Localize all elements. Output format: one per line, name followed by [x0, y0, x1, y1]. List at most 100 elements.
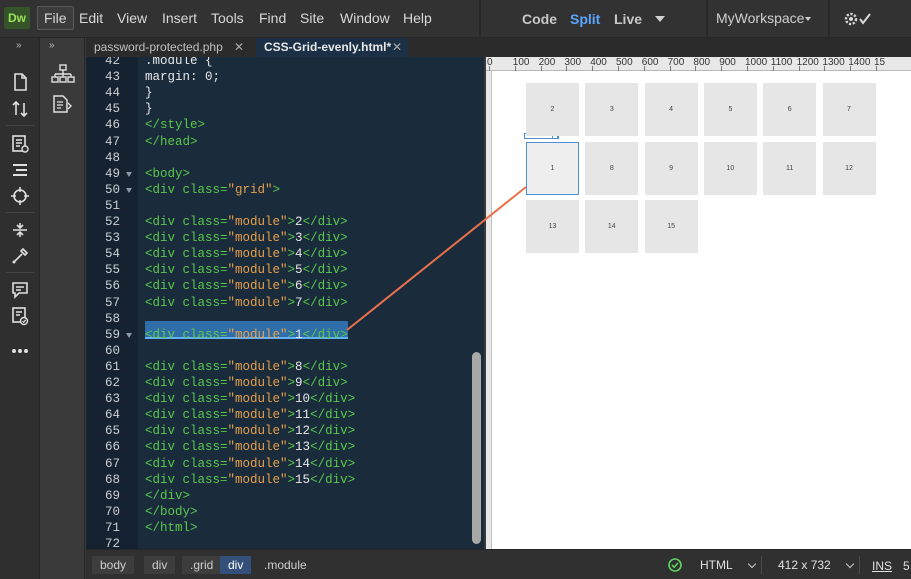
more-icon[interactable] [10, 341, 30, 361]
menu-find[interactable]: Find [259, 10, 286, 26]
code-line[interactable]: <div class="module">13</div> [145, 440, 355, 454]
editor-scrollbar[interactable] [472, 352, 481, 544]
code-line[interactable]: <body> [145, 167, 190, 181]
breadcrumb-div-selected[interactable]: div [220, 556, 252, 574]
grid-module[interactable]: 4 [644, 83, 698, 136]
code-line[interactable]: <div class="module">6</div> [145, 279, 348, 293]
toolbar-separator [6, 212, 34, 213]
grid-module[interactable]: 12 [822, 141, 876, 195]
code-line[interactable]: <div class="module">12</div> [145, 424, 355, 438]
code-line[interactable]: <div class="module">10</div> [145, 392, 355, 406]
no-errors-check-icon[interactable] [668, 558, 682, 572]
code-token: > [287, 359, 296, 374]
validate-icon[interactable] [10, 306, 30, 326]
settings-gear-icon[interactable] [843, 10, 873, 28]
code-line[interactable]: </head> [145, 135, 198, 149]
horizontal-ruler: 0 100 200 300 400 500 600 700 800 900 1000 1100 1200… [486, 57, 911, 71]
sort-icon[interactable] [10, 99, 30, 119]
comment-icon[interactable] [10, 280, 30, 300]
breadcrumb-div[interactable]: div [144, 556, 176, 574]
grid-module[interactable]: 9 [644, 141, 698, 195]
code-line[interactable]: </html> [145, 521, 198, 535]
menu-insert[interactable]: Insert [162, 10, 197, 26]
code-token: </div> [310, 456, 356, 471]
menu-file[interactable]: File [37, 6, 74, 30]
code-line[interactable]: margin: 0; [145, 70, 220, 84]
eyedropper-icon[interactable] [10, 246, 30, 266]
menu-view[interactable]: View [117, 10, 147, 26]
code-line[interactable]: } [145, 86, 153, 100]
close-icon[interactable]: ✕ [392, 38, 402, 57]
grid-module[interactable]: 6 [763, 83, 817, 136]
grid-module[interactable]: 3 [585, 83, 639, 136]
live-view[interactable]: 0 100 200 300 400 500 600 700 800 900 1000 1100 1200… [486, 57, 911, 549]
line-number: 63 [104, 392, 120, 407]
tab-css-grid-evenly[interactable]: CSS-Grid-evenly.html* ✕ [256, 38, 408, 57]
code-line[interactable]: <div class="grid"> [145, 183, 280, 197]
menu-help[interactable]: Help [403, 10, 432, 26]
align-icon[interactable] [10, 160, 30, 180]
grid-module[interactable]: 2 [526, 83, 579, 136]
insert-mode-toggle[interactable]: INS [872, 559, 892, 573]
grid-module[interactable]: 1 [526, 141, 579, 195]
grid-module[interactable]: 11 [763, 141, 817, 195]
split-view-button[interactable]: Split [570, 11, 600, 27]
code-token: 13 [295, 440, 311, 455]
view-options-caret-icon[interactable] [655, 16, 665, 22]
menu-tools[interactable]: Tools [211, 10, 244, 26]
screen-size-select[interactable]: 412 x 732 [770, 556, 860, 574]
code-line[interactable]: <div class="module">11</div> [145, 408, 355, 422]
breadcrumb-body[interactable]: body [92, 556, 135, 574]
snippet-icon[interactable] [10, 134, 30, 154]
code-line[interactable]: <div class="module">1</div> [145, 328, 348, 342]
grid-module[interactable]: 14 [585, 200, 639, 253]
cursor-position-value: 5 [903, 559, 910, 573]
line-number: 55 [104, 263, 120, 278]
code-line[interactable]: <div class="module">9</div> [145, 376, 348, 390]
grid-module[interactable]: 8 [585, 141, 639, 195]
code-line[interactable]: <div class="module">2</div> [145, 215, 348, 229]
grid-module[interactable]: 7 [822, 83, 876, 136]
code-token: "module" [227, 231, 288, 246]
menu-edit[interactable]: Edit [79, 10, 103, 26]
code-line[interactable]: <div class="module">15</div> [145, 473, 355, 487]
code-line[interactable]: </style> [145, 118, 205, 132]
close-icon[interactable]: ✕ [234, 38, 244, 57]
code-line[interactable]: <div class="module">3</div> [145, 231, 348, 245]
menu-window[interactable]: Window [340, 10, 390, 26]
code-line[interactable]: .module { [145, 57, 213, 68]
code-line[interactable]: </div> [145, 489, 190, 503]
toolbar-collapse-icon[interactable]: » [16, 40, 22, 51]
code-line[interactable]: <div class="module">4</div> [145, 247, 348, 261]
live-view-button[interactable]: Live [614, 11, 642, 27]
document-type-select[interactable]: HTML [692, 556, 762, 574]
fold-toggle-icon[interactable] [126, 171, 132, 177]
tab-password-protected[interactable]: password-protected.php ✕ [86, 38, 251, 57]
menu-site[interactable]: Site [300, 10, 324, 26]
code-line[interactable]: <div class="module">8</div> [145, 360, 348, 374]
dom-tree-icon[interactable] [51, 64, 75, 84]
code-view-button[interactable]: Code [522, 11, 557, 27]
code-token: 2 [295, 215, 303, 229]
fold-toggle-icon[interactable] [126, 332, 132, 338]
grid-module[interactable]: 5 [703, 83, 757, 136]
code-line[interactable]: </body> [145, 505, 198, 519]
code-line[interactable]: <div class="module">14</div> [145, 457, 355, 471]
panel-collapse-icon[interactable]: » [49, 40, 55, 51]
code-line[interactable]: <div class="module">5</div> [145, 263, 348, 277]
fold-toggle-icon[interactable] [126, 187, 132, 193]
code-navigator-icon[interactable] [51, 94, 75, 114]
code-editor[interactable]: 42 .module {43 margin: 0; 44} 45} 46 </style> 4… [86, 57, 484, 549]
workspace-switcher[interactable]: MyWorkspace [716, 10, 804, 26]
target-icon[interactable] [10, 186, 30, 206]
expand-icon[interactable] [10, 220, 30, 240]
grid-module[interactable]: 13 [526, 200, 579, 253]
code-line[interactable]: } [145, 102, 153, 116]
breadcrumb-grid[interactable]: .grid [182, 556, 222, 574]
grid-module[interactable]: 10 [703, 141, 757, 195]
breadcrumb-module[interactable]: .module [256, 556, 315, 574]
code-line[interactable]: <div class="module">7</div> [145, 296, 348, 310]
grid-module[interactable]: 15 [644, 200, 698, 253]
workspace-caret-icon[interactable] [805, 17, 811, 21]
new-file-icon[interactable] [10, 72, 30, 92]
